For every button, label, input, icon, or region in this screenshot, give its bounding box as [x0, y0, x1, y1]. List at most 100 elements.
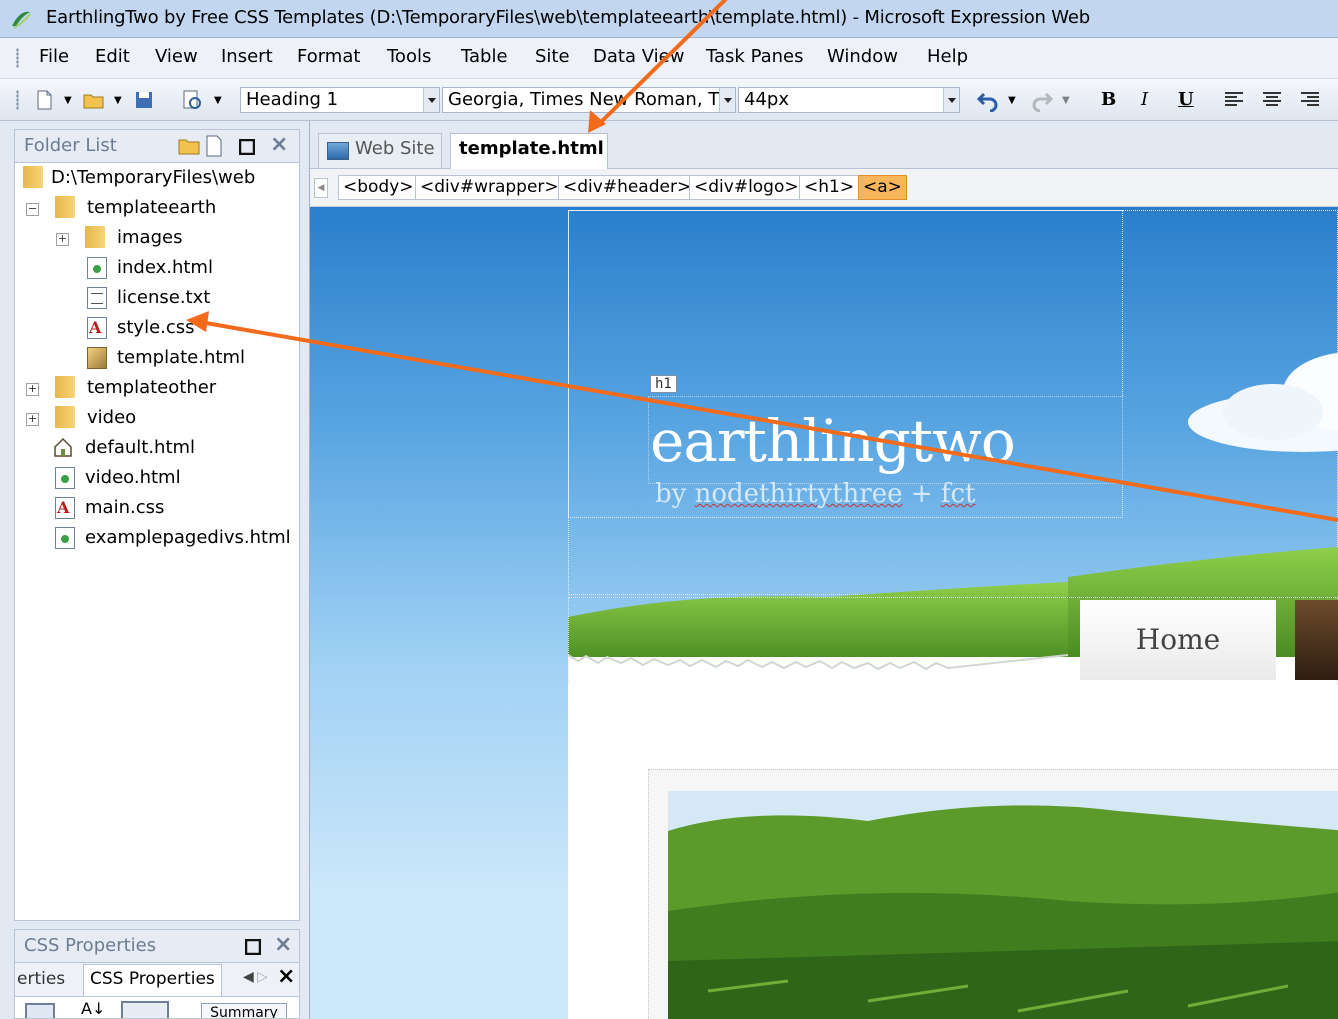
- align-right-icon[interactable]: [1298, 88, 1322, 112]
- menu-view[interactable]: View: [155, 46, 198, 67]
- landscape-photo: [668, 791, 1338, 1019]
- font-family-value: Georgia, Times New Roman, T: [448, 89, 720, 110]
- menu-grip[interactable]: [16, 48, 19, 68]
- menu-data-view[interactable]: Data View: [593, 46, 684, 67]
- tree-item-label: index.html: [117, 257, 213, 278]
- tab-scroll-left-icon[interactable]: ◀: [243, 969, 254, 985]
- menu-table[interactable]: Table: [461, 46, 508, 67]
- open-dropdown-icon[interactable]: ▼: [114, 95, 122, 106]
- menu-tools[interactable]: Tools: [387, 46, 431, 67]
- tree-item-label: main.css: [85, 497, 165, 518]
- expand-icon[interactable]: +: [56, 233, 69, 246]
- breadcrumb-h1[interactable]: <h1>: [799, 175, 860, 200]
- underline-button[interactable]: U: [1178, 89, 1194, 110]
- show-set-properties-icon[interactable]: [121, 1001, 169, 1018]
- toolbar-grip[interactable]: [16, 90, 19, 110]
- menu-insert[interactable]: Insert: [221, 46, 273, 67]
- menu-file[interactable]: File: [39, 46, 69, 67]
- save-icon[interactable]: [132, 88, 156, 112]
- breadcrumb-a-selected[interactable]: <a>: [858, 175, 907, 200]
- collapse-icon[interactable]: −: [26, 203, 39, 216]
- breadcrumb-body[interactable]: <body>: [338, 175, 419, 200]
- align-left-icon[interactable]: [1222, 88, 1246, 112]
- chevron-down-icon[interactable]: [943, 88, 959, 112]
- tree-item-label: video: [87, 407, 137, 428]
- folder-icon: [55, 406, 75, 428]
- font-family-select[interactable]: Georgia, Times New Roman, T: [442, 87, 736, 113]
- preview-icon[interactable]: [180, 88, 204, 112]
- align-center-icon[interactable]: [1260, 88, 1284, 112]
- template-file-icon: [87, 347, 107, 369]
- new-page-icon[interactable]: [205, 135, 223, 157]
- open-folder-icon[interactable]: [82, 88, 106, 112]
- design-view-canvas[interactable]: h1 earthlingtwo by nodethirtythree + fct…: [310, 207, 1338, 1019]
- tab-web-site[interactable]: Web Site: [318, 133, 442, 169]
- tab-tag-properties[interactable]: erties: [17, 969, 65, 989]
- tree-item-label: templateearth: [87, 197, 217, 218]
- maximize-pane-icon[interactable]: [239, 139, 255, 155]
- undo-icon[interactable]: [976, 88, 1000, 112]
- scroll-left-icon[interactable]: ◀: [314, 178, 328, 198]
- undo-dropdown-icon[interactable]: ▼: [1008, 95, 1016, 106]
- site-logo-title[interactable]: earthlingtwo: [650, 407, 1016, 475]
- categorized-view-icon[interactable]: [25, 1003, 55, 1018]
- redo-icon[interactable]: [1030, 88, 1054, 112]
- tab-template-html[interactable]: template.html: [450, 133, 608, 169]
- style-select[interactable]: Heading 1: [240, 87, 440, 113]
- tree-item-label: default.html: [85, 437, 196, 458]
- expand-icon[interactable]: +: [26, 383, 39, 396]
- folder-icon: [55, 196, 75, 218]
- menu-edit[interactable]: Edit: [95, 46, 130, 67]
- tab-scroll-right-icon[interactable]: ▷: [257, 969, 268, 985]
- summary-button[interactable]: Summary: [201, 1003, 287, 1018]
- menu-format[interactable]: Format: [297, 46, 360, 67]
- expand-icon[interactable]: +: [26, 413, 39, 426]
- font-size-select[interactable]: 44px: [738, 87, 960, 113]
- bold-button[interactable]: B: [1101, 89, 1116, 110]
- html-file-icon: [87, 257, 107, 279]
- menu-site[interactable]: Site: [535, 46, 570, 67]
- home-page-icon: [54, 437, 72, 457]
- folder-icon: [85, 226, 105, 248]
- italic-button[interactable]: I: [1141, 89, 1148, 110]
- menu-help[interactable]: Help: [927, 46, 968, 67]
- close-pane-icon[interactable]: ×: [274, 932, 292, 957]
- tree-root-label: D:\TemporaryFiles\web: [51, 167, 256, 188]
- tree-item-label: examplepagedivs.html: [85, 527, 291, 548]
- expression-web-icon: [12, 11, 31, 29]
- new-folder-icon[interactable]: [178, 137, 200, 155]
- chevron-down-icon[interactable]: [423, 88, 439, 112]
- css-file-icon: A: [55, 497, 75, 519]
- new-page-icon[interactable]: [32, 88, 56, 112]
- nav-next-link[interactable]: [1295, 600, 1338, 680]
- nav-home-link[interactable]: Home: [1080, 600, 1276, 680]
- tagline-author-1: nodethirtythree: [694, 479, 903, 509]
- formatting-toolbar: ▼ ▼ ▼ Heading 1 Georgia, Times New Roman…: [0, 79, 1338, 121]
- maximize-pane-icon[interactable]: [245, 939, 261, 955]
- css-panel-tabs: erties CSS Properties ◀ ▷ ×: [14, 963, 300, 997]
- chevron-down-icon[interactable]: [719, 88, 735, 112]
- close-pane-icon[interactable]: ×: [270, 132, 288, 157]
- html-file-icon: [55, 467, 75, 489]
- tab-css-properties[interactable]: CSS Properties: [83, 964, 222, 996]
- tree-item-label: video.html: [85, 467, 181, 488]
- menu-window[interactable]: Window: [827, 46, 898, 67]
- html-file-icon: [55, 527, 75, 549]
- breadcrumb-logo[interactable]: <div#logo>: [689, 175, 804, 200]
- breadcrumb-wrapper[interactable]: <div#wrapper>: [415, 175, 564, 200]
- css-properties-header: CSS Properties ×: [14, 929, 300, 963]
- redo-dropdown-icon[interactable]: ▼: [1062, 95, 1070, 106]
- tree-item-label: license.txt: [117, 287, 211, 308]
- close-tab-icon[interactable]: ×: [277, 964, 295, 989]
- text-file-icon: [87, 287, 107, 309]
- new-dropdown-icon[interactable]: ▼: [64, 95, 72, 106]
- tagline-prefix: by: [655, 479, 695, 509]
- tree-item-label: templateother: [87, 377, 217, 398]
- alphabetical-view-icon[interactable]: A↓: [81, 999, 105, 1018]
- breadcrumb-header[interactable]: <div#header>: [558, 175, 697, 200]
- preview-dropdown-icon[interactable]: ▼: [214, 95, 222, 106]
- style-select-value: Heading 1: [246, 89, 339, 110]
- tagline-plus: +: [902, 479, 941, 509]
- tab-label: template.html: [459, 138, 604, 159]
- menu-task-panes[interactable]: Task Panes: [706, 46, 804, 67]
